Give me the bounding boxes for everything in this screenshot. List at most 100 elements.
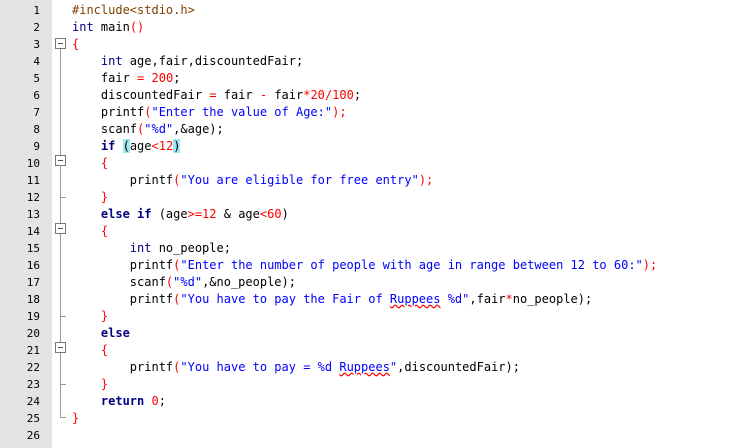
code-token: discountedFair (72, 88, 210, 102)
code-line[interactable]: 2 int main() (0, 19, 730, 36)
code-text: scanf("%d",&no_people); (72, 274, 296, 291)
code-token: no_people; (151, 241, 231, 255)
code-token: ) (281, 207, 289, 221)
line-number: 6 (33, 89, 40, 102)
code-text: discountedFair = fair - fair*20/100; (72, 87, 361, 104)
code-line[interactable]: 5 fair = 200; (0, 70, 730, 87)
code-line[interactable]: 3{ (0, 36, 730, 53)
code-token: if (72, 139, 123, 153)
code-token: else if (72, 207, 159, 221)
code-token: } (72, 309, 109, 323)
code-token: ; (173, 71, 181, 85)
code-line[interactable]: 8 scanf("%d",&age); (0, 121, 730, 138)
code-line[interactable]: 13 else if (age>=12 & age<60) (0, 206, 730, 223)
code-token: age (129, 139, 152, 153)
code-token: ,&age); (173, 122, 224, 136)
code-line[interactable]: 7 printf("Enter the value of Age:"); (0, 104, 730, 121)
line-number: 9 (33, 140, 40, 153)
line-number: 1 (33, 4, 40, 17)
code-line[interactable]: 24 return 0; (0, 393, 730, 410)
code-line[interactable]: 6 discountedFair = fair - fair*20/100; (0, 87, 730, 104)
code-line[interactable]: 20 else (0, 325, 730, 342)
line-number: 24 (26, 395, 40, 408)
code-token: printf (72, 105, 145, 119)
code-token: "You have to pay the Fair of (180, 292, 390, 306)
code-line[interactable]: 26 (0, 427, 730, 444)
code-token: ); (332, 105, 347, 119)
code-line[interactable]: 10 { (0, 155, 730, 172)
code-token: ( (122, 139, 130, 153)
line-number: 3 (33, 38, 40, 51)
code-token: fair (267, 88, 304, 102)
code-token: "You are eligible for free entry" (180, 173, 419, 187)
line-number: 21 (26, 344, 40, 357)
code-token: { (72, 343, 109, 357)
code-token: fair (72, 71, 138, 85)
code-line[interactable]: 23 } (0, 376, 730, 393)
code-token: ,fair (469, 292, 506, 306)
line-number: 23 (26, 378, 40, 391)
code-token: printf (72, 173, 174, 187)
code-line[interactable]: 21 { (0, 342, 730, 359)
code-token: * (505, 292, 513, 306)
line-number: 13 (26, 208, 40, 221)
code-line[interactable]: 14 { (0, 223, 730, 240)
code-text: } (72, 308, 108, 325)
code-token: *20/100 (303, 88, 354, 102)
code-text: } (72, 410, 79, 427)
code-token: ); (642, 258, 658, 272)
code-text: else if (age>=12 & age<60) (72, 206, 289, 223)
code-token: { (72, 156, 109, 170)
code-token: int (72, 20, 94, 34)
line-number: 10 (26, 157, 40, 170)
code-line[interactable]: 15 int no_people; (0, 240, 730, 257)
code-token: scanf (72, 122, 138, 136)
line-number: 16 (26, 259, 40, 272)
code-token: 200 (151, 71, 174, 85)
code-line[interactable]: 18 printf("You have to pay the Fair of R… (0, 291, 730, 308)
code-token: int (72, 241, 152, 255)
line-number: 15 (26, 242, 40, 255)
code-text: { (72, 36, 79, 53)
line-number: 7 (33, 106, 40, 119)
line-number: 14 (26, 225, 40, 238)
code-token: 0 (151, 394, 159, 408)
code-line[interactable]: 11 printf("You are eligible for free ent… (0, 172, 730, 189)
line-number: 4 (33, 55, 40, 68)
code-text: printf("You have to pay = %d Ruppees",di… (72, 359, 520, 376)
code-token: = (209, 88, 217, 102)
code-line[interactable]: 4 int age,fair,discountedFair; (0, 53, 730, 70)
code-line[interactable]: 12 } (0, 189, 730, 206)
code-token: int (72, 54, 123, 68)
code-token: <12 (151, 139, 174, 153)
code-text: } (72, 376, 108, 393)
code-line[interactable]: 17 scanf("%d",&no_people); (0, 274, 730, 291)
code-token: "You have to pay = %d (180, 360, 340, 374)
code-line[interactable]: 19 } (0, 308, 730, 325)
code-text: else (72, 325, 130, 342)
code-token: printf (72, 258, 174, 272)
line-number: 12 (26, 191, 40, 204)
line-number: 25 (26, 412, 40, 425)
code-text: { (72, 155, 108, 172)
code-line[interactable]: 1 #include<stdio.h> (0, 2, 730, 19)
line-number: 20 (26, 327, 40, 340)
code-text: int main() (72, 19, 144, 36)
code-token: ,&no_people); (202, 275, 296, 289)
code-token: "Enter the number of people with age in … (180, 258, 643, 272)
code-line[interactable]: 16 printf("Enter the number of people wi… (0, 257, 730, 274)
code-token: } (72, 190, 109, 204)
code-token: & age (216, 207, 260, 221)
code-line[interactable]: 25} (0, 410, 730, 427)
line-number: 2 (33, 21, 40, 34)
code-text: printf("Enter the number of people with … (72, 257, 657, 274)
code-token: "%d" (144, 122, 174, 136)
code-text: scanf("%d",&age); (72, 121, 224, 138)
code-token: fair (216, 88, 260, 102)
code-line[interactable]: 22 printf("You have to pay = %d Ruppees"… (0, 359, 730, 376)
code-line[interactable]: 9 if (age<12) (0, 138, 730, 155)
code-token: Ruppees (339, 360, 390, 374)
code-text: #include<stdio.h> (72, 2, 195, 19)
code-text: return 0; (72, 393, 166, 410)
